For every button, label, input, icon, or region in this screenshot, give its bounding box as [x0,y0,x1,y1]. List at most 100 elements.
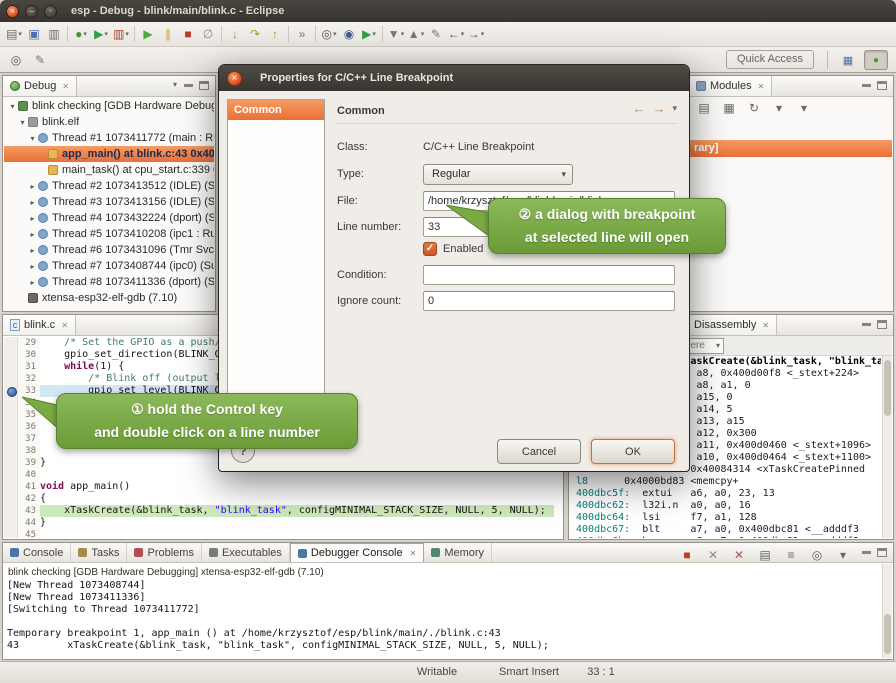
external-tools-icon[interactable]: ▶▾ [359,24,379,44]
debug-tree-row[interactable]: ▾Thread #1 1073411772 (main : Runn [4,130,214,146]
debug-tree-row[interactable]: ▸Thread #7 1073408744 (ipc0) (Susp [4,258,214,274]
enabled-checkbox[interactable] [423,242,437,256]
expander-icon[interactable]: ▸ [27,230,38,239]
mark-occurrences-icon[interactable]: ✎ [30,50,50,70]
view-menu-icon[interactable]: ▾ [794,98,814,118]
debug-tree-row[interactable]: ▾blink.elf [4,114,214,130]
debug-tree-row[interactable]: ▾blink checking [GDB Hardware Debug [4,98,214,114]
window-close-button[interactable] [6,5,19,18]
next-annotation-icon[interactable]: ▼▾ [386,24,406,44]
debug-tree-row[interactable]: ▸Thread #4 1073432224 (dport) (Sus [4,210,214,226]
minimize-view-icon[interactable] [184,84,193,87]
refresh-icon[interactable]: ↻ [744,98,764,118]
instruction-stepping-icon[interactable]: » [292,24,312,44]
close-icon[interactable] [762,321,769,330]
run-icon[interactable]: ▶▾ [91,24,111,44]
debug-tree-row[interactable]: ▸Thread #6 1073431096 (Tmr Svc) (S [4,242,214,258]
modules-view-tab[interactable]: Modules [689,76,772,96]
nav-item-common[interactable]: Common [228,100,324,120]
debug-icon[interactable]: ●▾ [71,24,91,44]
maximize-view-icon[interactable] [877,81,887,90]
debug-view-tab[interactable]: Debug [3,76,77,96]
close-icon[interactable] [410,549,417,558]
line-number[interactable]: 39 [18,457,40,469]
maximize-view-icon[interactable] [877,320,887,329]
code-text[interactable] [40,529,562,538]
filter-icon[interactable]: ▾ [769,98,789,118]
collapse-all-icon[interactable]: ▤ [694,98,714,118]
pin-console-icon[interactable]: ◎ [807,545,827,565]
expander-icon[interactable]: ▸ [27,278,38,287]
step-into-icon[interactable]: ↓ [225,24,245,44]
clear-console-icon[interactable]: ▤ [755,545,775,565]
type-dropdown[interactable]: Regular [423,164,573,185]
suspend-icon[interactable]: ∥ [158,24,178,44]
close-icon[interactable] [758,82,765,91]
debug-tree-row[interactable]: ▸Thread #2 1073413512 (IDLE) (Susp [4,178,214,194]
breakpoint-marker[interactable] [4,385,18,397]
expander-icon[interactable]: ▸ [27,262,38,271]
tab-memory[interactable]: Memory [424,543,492,562]
maximize-view-icon[interactable] [199,81,209,90]
condition-input[interactable] [423,265,675,285]
code-text[interactable]: { [40,493,562,505]
debug-tree-row[interactable]: ▸Thread #5 1073410208 (ipc1 : Runni [4,226,214,242]
console-scrollbar[interactable] [882,564,892,658]
coverage-icon[interactable]: ▥▾ [111,24,131,44]
expander-icon[interactable]: ▸ [27,214,38,223]
modules-selected-row[interactable]: rary] [690,140,892,157]
perspective-java-button[interactable]: ▦ [836,50,860,70]
scrollbar-thumb[interactable] [884,360,891,416]
line-number[interactable]: 29 [18,337,40,349]
save-icon[interactable]: ▣ [24,24,44,44]
expander-icon[interactable]: ▸ [27,182,38,191]
last-edit-location-icon[interactable]: ✎ [426,24,446,44]
search-icon[interactable]: ◉ [339,24,359,44]
code-text[interactable]: void app_main() [40,481,562,493]
forward-arrow-icon[interactable] [652,102,665,115]
expander-icon[interactable]: ▸ [27,198,38,207]
minimize-view-icon[interactable] [862,84,871,87]
ignore-count-input[interactable] [423,291,675,311]
ok-button[interactable]: OK [591,439,675,464]
expander-icon[interactable]: ▾ [7,102,18,111]
view-menu-icon[interactable] [672,103,677,114]
tab-tasks[interactable]: Tasks [71,543,127,562]
line-number[interactable]: 38 [18,445,40,457]
back-arrow-icon[interactable] [632,102,645,115]
display-selected-console-icon[interactable]: ▾ [833,545,853,565]
previous-annotation-icon[interactable]: ▲▾ [406,24,426,44]
debug-tree-row[interactable]: ▸Thread #8 1073411336 (dport) (Sus [4,274,214,290]
line-number[interactable]: 43 [18,505,40,517]
expander-icon[interactable]: ▾ [27,134,38,143]
new-java-element-icon[interactable]: ◎▾ [319,24,339,44]
new-wizard-icon[interactable]: ▤▾ [4,24,24,44]
line-number[interactable]: 40 [18,469,40,481]
back-icon[interactable]: ←▾ [446,24,466,44]
scroll-lock-icon[interactable]: ≡ [781,545,801,565]
line-number[interactable]: 42 [18,493,40,505]
quick-access-button[interactable]: Quick Access [726,50,814,69]
expand-all-icon[interactable]: ▦ [719,98,739,118]
expander-icon[interactable]: ▸ [27,246,38,255]
dialog-close-button[interactable] [227,71,242,86]
tab-debugger-console[interactable]: Debugger Console [290,543,424,562]
line-number[interactable]: 31 [18,361,40,373]
open-type-icon[interactable]: ◎ [6,50,26,70]
debug-tree-row[interactable]: xtensa-esp32-elf-gdb (7.10) [4,290,214,306]
close-icon[interactable] [61,321,68,330]
step-return-icon[interactable]: ↑ [265,24,285,44]
terminate-icon[interactable]: ■ [178,24,198,44]
window-minimize-button[interactable] [25,5,38,18]
maximize-view-icon[interactable] [877,548,887,557]
window-maximize-button[interactable] [44,5,57,18]
tab-console[interactable]: Console [3,543,71,562]
close-icon[interactable] [62,82,69,91]
code-text[interactable]: } [40,517,562,529]
cancel-button[interactable]: Cancel [497,439,581,464]
tab-problems[interactable]: Problems [127,543,201,562]
remove-launch-icon[interactable]: ✕ [703,545,723,565]
perspective-debug-button[interactable]: ● [864,50,888,70]
scrollbar-thumb[interactable] [884,614,891,654]
remove-all-launches-icon[interactable]: ✕ [729,545,749,565]
